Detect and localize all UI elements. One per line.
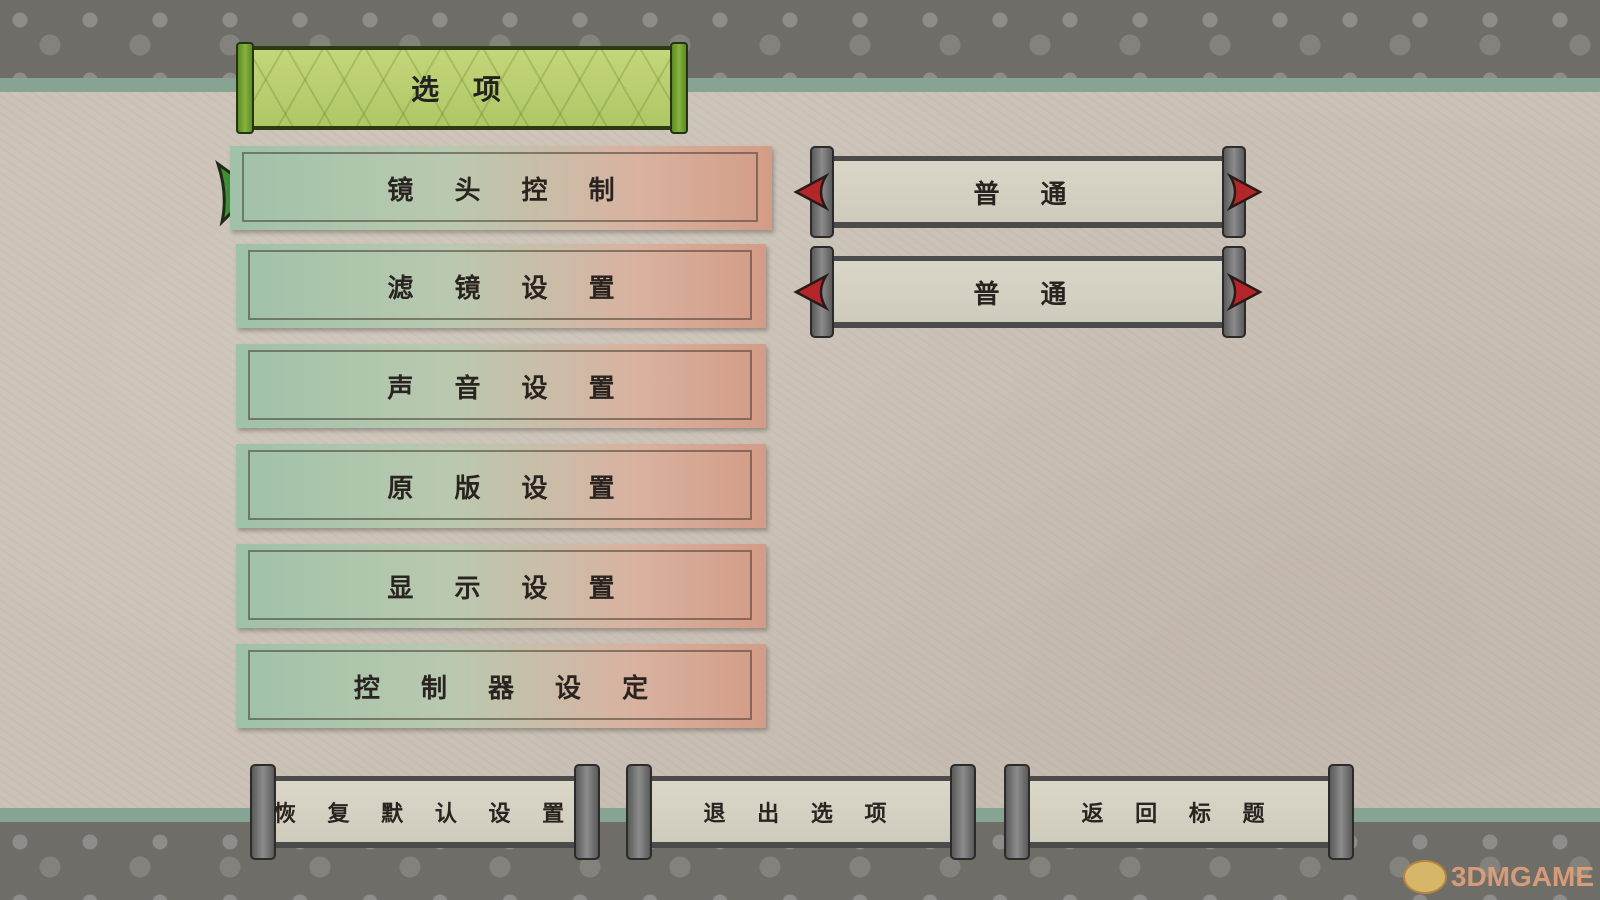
arrow-left-icon[interactable] — [792, 272, 832, 312]
title-banner: 选 项 — [236, 42, 688, 134]
menu-item-display-settings[interactable]: 显 示 设 置 — [236, 544, 766, 628]
value-label: 普 通 — [973, 279, 1083, 310]
exit-options-button[interactable]: 退 出 选 项 — [626, 764, 976, 860]
arrow-right-icon[interactable] — [1224, 272, 1264, 312]
camera-control-value: 普 通 — [793, 146, 1263, 238]
menu-item-camera-control[interactable]: 镜 头 控 制 — [230, 146, 772, 230]
arrow-right-icon[interactable] — [1224, 172, 1264, 212]
arrow-left-icon[interactable] — [792, 172, 832, 212]
menu-item-label: 滤 镜 设 置 — [387, 273, 631, 304]
menu-item-sound-settings[interactable]: 声 音 设 置 — [236, 344, 766, 428]
page-title: 选 项 — [411, 73, 513, 106]
button-label: 恢 复 默 认 设 置 — [273, 801, 577, 827]
value-label: 普 通 — [973, 179, 1083, 210]
button-label: 返 回 标 题 — [1081, 801, 1277, 827]
menu-item-label: 镜 头 控 制 — [387, 175, 631, 206]
menu-item-label: 声 音 设 置 — [387, 373, 631, 404]
restore-defaults-button[interactable]: 恢 复 默 认 设 置 — [250, 764, 600, 860]
button-label: 退 出 选 项 — [703, 801, 899, 827]
watermark-logo-icon — [1402, 860, 1447, 894]
menu-item-controller-settings[interactable]: 控 制 器 设 定 — [236, 644, 766, 728]
options-screen: 选 项 镜 头 控 制 滤 镜 设 置 声 音 设 置 原 版 设 置 显 示 … — [0, 0, 1600, 900]
menu-item-label: 控 制 器 设 定 — [353, 673, 665, 704]
return-to-title-button[interactable]: 返 回 标 题 — [1004, 764, 1354, 860]
menu-item-filter-settings[interactable]: 滤 镜 设 置 — [236, 244, 766, 328]
watermark: 3DMGAME — [1402, 860, 1594, 894]
filter-settings-value: 普 通 — [793, 246, 1263, 338]
menu-item-label: 显 示 设 置 — [387, 573, 631, 604]
menu-item-label: 原 版 设 置 — [387, 473, 631, 504]
menu-item-original-settings[interactable]: 原 版 设 置 — [236, 444, 766, 528]
watermark-text: 3DMGAME — [1450, 861, 1594, 892]
